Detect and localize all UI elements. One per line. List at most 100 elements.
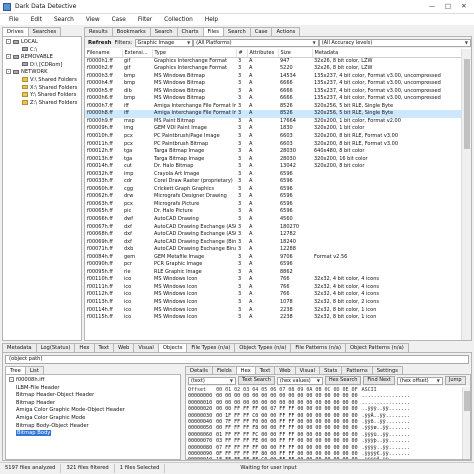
table-row[interactable]: f00090h.ff pcr PCR Graphic Image 3 A 6596 (85, 261, 461, 269)
table-row[interactable]: f00114h.ff ico MS Windows Icon 3 A 2238 32x32,… (85, 307, 461, 315)
hex-search-combo[interactable]: (hex values) ▼ (276, 376, 323, 385)
object-tree-item[interactable]: Bitmap Body (16, 430, 52, 437)
maximize-button[interactable]: □ (440, 1, 456, 12)
scrollbar-thumb[interactable] (464, 391, 470, 411)
table-row[interactable]: f0000h9.ff msp MS Paint Bitmap 3 A 17664 320x2… (85, 118, 461, 126)
table-row[interactable]: f00095h.ff rle RLE Graphic Image 3 A 8862 (85, 269, 461, 277)
object-tree-item[interactable]: - f00008h.iff (9, 377, 44, 384)
table-row[interactable]: f00010h.ff pcx PC Paintbrush/Page Image 3 A 6… (85, 133, 461, 141)
table-row[interactable]: f00063h.ff pcx Micrografx Picture 3 A 6596 (85, 201, 461, 209)
table-row[interactable]: f0000h3.ff bmp MS Windows Bitmap 3 A 14534 135… (85, 73, 461, 81)
table-row[interactable]: f00060h.ff cgg Crickett Graph Graphics 3 A 65… (85, 186, 461, 194)
table-row[interactable]: f00032h.ff imp Crayola Art Image 3 A 6596 (85, 171, 461, 179)
object-tree-item[interactable]: Amiga Color Graphic Mode-Object Header (16, 407, 125, 414)
object-tree-panel: - f00008h.iff ILBM-File Header Bitmap Heade… (5, 374, 181, 460)
close-button[interactable]: ✕ (456, 1, 472, 12)
table-row[interactable]: f00014h.ff cut Dr. Halo Bitmap 3 A 13042 320x2… (85, 163, 461, 171)
column-header[interactable]: Size (278, 49, 313, 58)
table-cell: pcx (124, 132, 133, 139)
column-header[interactable]: # (236, 49, 248, 58)
table-row[interactable]: f0000h5.ff dib MS Windows Bitmap 3 A 6666 135x… (85, 88, 461, 96)
table-row[interactable]: f00111h.ff ico MS Windows Icon 3 A 766 32x32, … (85, 284, 461, 292)
expand-toggle-icon[interactable]: - (6, 39, 11, 44)
table-row[interactable]: f00068h.ff dxf AutoCAD Drawing Exchange (A… (85, 231, 461, 239)
hex-offset-combo[interactable]: (hex offset) ▼ (396, 376, 443, 385)
menu-help[interactable]: Help (199, 17, 224, 23)
drive-tree-item[interactable]: - LOCAL (6, 39, 38, 46)
refresh-button[interactable]: Refresh (88, 40, 112, 46)
menu-case[interactable]: Case (106, 17, 132, 23)
column-header[interactable]: Extensi... (122, 49, 153, 58)
table-cell: f00111h.ff (87, 283, 113, 290)
drive-icon (13, 69, 19, 74)
table-row[interactable]: f00012h.ff tga Targa Bitmap Image 3 A 28030 64… (85, 148, 461, 156)
menu-collection[interactable]: Collection (158, 17, 199, 23)
table-cell: f00069h.ff (87, 238, 113, 245)
drive-tree-item[interactable]: - REMOVABLE (6, 54, 53, 61)
menu-edit[interactable]: Edit (25, 17, 48, 23)
table-cell: drw (124, 193, 134, 200)
drive-tree-item[interactable]: Y:\ Shared Folders (15, 92, 76, 99)
find-next-button[interactable]: Find Next (363, 376, 395, 385)
table-row[interactable]: f0000h6.ff bmp MS Windows Bitmap 3 A 6666 135x… (85, 95, 461, 103)
object-tree-item[interactable]: Amiga Color Graphic Mode (16, 415, 85, 422)
table-row[interactable]: f00009h.ff img GEM VDI Paint Image 3 A 1830 32… (85, 125, 461, 133)
table-row[interactable]: f00071h.ff dxb AutoCAD Drawing Exchange Bi… (85, 246, 461, 254)
scrollbar-thumb[interactable] (464, 59, 470, 149)
object-tree-item[interactable]: Bitmap Header (16, 400, 55, 407)
table-row[interactable]: f0000h7.ff iff Amiga Interchange File Form… (85, 103, 461, 111)
hex-scrollbar[interactable] (462, 387, 470, 459)
column-header[interactable]: Metadata (312, 49, 461, 58)
chevron-down-icon: ▼ (229, 377, 233, 383)
table-row[interactable]: f0000h2.ff gif Graphics Interchange Format… (85, 65, 461, 73)
table-row[interactable]: f0000h4.ff bmp MS Windows Bitmap 3 A 6666 135x… (85, 80, 461, 88)
text-search-button[interactable]: Text Search (238, 376, 275, 385)
table-row[interactable]: f0000h8.ff iff Amiga Interchange File Form… (85, 110, 461, 118)
minimize-button[interactable]: — (424, 1, 440, 12)
filter-platform-combo[interactable]: (All Platforms) ▼ (193, 38, 319, 47)
drive-tree-item[interactable]: D:\ [CDRom] (15, 62, 62, 69)
drive-tree-label: C:\ (30, 46, 38, 53)
table-row[interactable]: f00112h.ff ico MS Windows Icon 3 A 766 32x32, … (85, 291, 461, 299)
table-row[interactable]: f00115h.ff ico MS Windows Icon 3 A 2238 32x32,… (85, 314, 461, 322)
column-header[interactable]: Attributes (247, 49, 279, 58)
table-row[interactable]: f00067h.ff dxf AutoCAD Drawing Exchange (A… (85, 224, 461, 232)
object-tree-item[interactable]: Bitmap Body-Object Header (16, 423, 89, 430)
file-grid-scrollbar[interactable] (461, 49, 471, 340)
table-row[interactable]: f00066h.ff dwf AutoCAD Drawing 3 A 4560 (85, 216, 461, 224)
text-search-combo[interactable]: (text) ▼ (188, 376, 236, 385)
column-header[interactable]: Filename (85, 49, 123, 58)
table-row[interactable]: f00011h.ff pcx PC Paintbrush Bitmap 3 A 6603 3… (85, 141, 461, 149)
menu-view[interactable]: View (80, 17, 106, 23)
table-row[interactable]: f00062h.ff drw Micrografx Designer Drawing… (85, 193, 461, 201)
table-cell: f00062h.ff (87, 193, 113, 200)
menu-filter[interactable]: Filter (132, 17, 158, 23)
object-tree-item[interactable]: ILBM-File Header (16, 385, 60, 392)
table-row[interactable]: f00110h.ff ico MS Windows Icon 3 A 766 32x32, … (85, 276, 461, 284)
table-row[interactable]: f00065h.ff pic Dr. Halo Picture 3 A 6596 (85, 208, 461, 216)
filter-accuracy-combo[interactable]: (All Accuracy levels) ▼ (318, 38, 471, 47)
expand-toggle-icon[interactable]: - (6, 69, 11, 75)
table-cell: A (249, 80, 253, 87)
table-row[interactable]: f00033h.ff cdr Corel Draw Raster (propriet… (85, 178, 461, 186)
drive-tree-item[interactable]: - NETWORK (6, 69, 48, 76)
table-row[interactable]: f00113h.ff ico MS Windows Icon 3 A 1078 32x32,… (85, 299, 461, 307)
table-row[interactable]: f00069h.ff dxf AutoCAD Drawing Exchange (B… (85, 239, 461, 247)
object-tree-item[interactable]: Bitmap Header-Object Header (16, 392, 94, 399)
column-header[interactable]: Type (152, 49, 237, 58)
menu-file[interactable]: File (3, 17, 25, 23)
hex-search-button[interactable]: Hex Search (324, 376, 362, 385)
table-row[interactable]: f0000h1.ff gif Graphics Interchange Format… (85, 57, 461, 65)
menu-search[interactable]: Search (48, 17, 80, 23)
filter-type-combo[interactable]: Graphic Image ▼ (134, 38, 194, 47)
table-row[interactable]: f00084h.ff gem GEM Metafile Image 3 A 9706 For… (85, 254, 461, 262)
drive-tree-item[interactable]: Z:\ Shared Folders (15, 100, 77, 107)
object-path-field[interactable]: (object path) (5, 355, 469, 364)
expand-toggle-icon[interactable]: - (9, 377, 14, 382)
drive-tree-item[interactable]: C:\ (15, 47, 37, 54)
drive-tree-item[interactable]: V:\ Shared Folders (15, 77, 77, 84)
expand-toggle-icon[interactable]: - (6, 54, 11, 60)
drive-tree-item[interactable]: X:\ Shared Folders (15, 85, 77, 92)
jump-button[interactable]: Jump (444, 376, 466, 385)
table-row[interactable]: f00013h.ff tga Targa Bitmap Image 3 A 28030 32… (85, 156, 461, 164)
